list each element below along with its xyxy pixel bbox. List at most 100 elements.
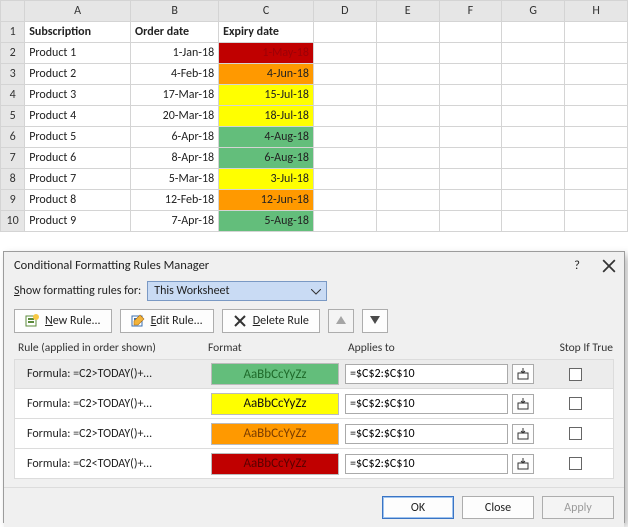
cell-G7[interactable] (502, 148, 565, 169)
applies-to-input[interactable] (345, 364, 508, 384)
cell-E5[interactable] (376, 106, 439, 127)
show-rules-dropdown[interactable]: This Worksheet (147, 281, 327, 301)
cell-H6[interactable] (565, 127, 628, 148)
cell-D7[interactable] (313, 148, 376, 169)
applies-to-input[interactable] (345, 454, 508, 474)
row-header[interactable]: 2 (1, 43, 25, 64)
cell-G1[interactable] (502, 22, 565, 43)
cell-F2[interactable] (439, 43, 502, 64)
cell-B5[interactable]: 20-Mar-18 (131, 106, 219, 127)
cell-F3[interactable] (439, 64, 502, 85)
cell-F7[interactable] (439, 148, 502, 169)
cell-G2[interactable] (502, 43, 565, 64)
row-header[interactable]: 10 (1, 211, 25, 232)
cell-E4[interactable] (376, 85, 439, 106)
row-header[interactable]: 7 (1, 148, 25, 169)
cell-C2[interactable]: 1-May-18 (219, 43, 314, 64)
row-header[interactable]: 6 (1, 127, 25, 148)
cell-G6[interactable] (502, 127, 565, 148)
cell-C9[interactable]: 12-Jun-18 (219, 190, 314, 211)
col-header-H[interactable]: H (565, 1, 628, 22)
cell-H9[interactable] (565, 190, 628, 211)
cell-B7[interactable]: 8-Apr-18 (131, 148, 219, 169)
rule-row[interactable]: Formula: =C2>TODAY()+…AaBbCcYyZz (14, 359, 614, 389)
cell-E9[interactable] (376, 190, 439, 211)
cell-A6[interactable]: Product 5 (25, 127, 131, 148)
cell-D5[interactable] (313, 106, 376, 127)
rule-row[interactable]: Formula: =C2>TODAY()+…AaBbCcYyZz (14, 389, 614, 419)
row-header[interactable]: 3 (1, 64, 25, 85)
cell-F6[interactable] (439, 127, 502, 148)
cell-B8[interactable]: 5-Mar-18 (131, 169, 219, 190)
row-header[interactable]: 5 (1, 106, 25, 127)
cell-B9[interactable]: 12-Feb-18 (131, 190, 219, 211)
cell-E7[interactable] (376, 148, 439, 169)
cell-A10[interactable]: Product 9 (25, 211, 131, 232)
cell-H2[interactable] (565, 43, 628, 64)
cell-B3[interactable]: 4-Feb-18 (131, 64, 219, 85)
cell-H4[interactable] (565, 85, 628, 106)
cell-G8[interactable] (502, 169, 565, 190)
range-selector-icon[interactable] (512, 394, 534, 414)
cell-A5[interactable]: Product 4 (25, 106, 131, 127)
col-header-D[interactable]: D (313, 1, 376, 22)
apply-button[interactable]: Apply (542, 496, 614, 519)
cell-A9[interactable]: Product 8 (25, 190, 131, 211)
applies-to-input[interactable] (345, 394, 508, 414)
stop-if-true-checkbox[interactable] (569, 368, 582, 381)
row-header[interactable]: 1 (1, 22, 25, 43)
cell-E3[interactable] (376, 64, 439, 85)
cell-G10[interactable] (502, 211, 565, 232)
cell-D3[interactable] (313, 64, 376, 85)
cell-A8[interactable]: Product 7 (25, 169, 131, 190)
col-header-B[interactable]: B (131, 1, 219, 22)
close-icon[interactable] (602, 259, 616, 273)
rule-row[interactable]: Formula: =C2<TODAY()+…AaBbCcYyZz (14, 449, 614, 479)
cell-B10[interactable]: 7-Apr-18 (131, 211, 219, 232)
cell-C3[interactable]: 4-Jun-18 (219, 64, 314, 85)
cell-F8[interactable] (439, 169, 502, 190)
cell-B2[interactable]: 1-Jan-18 (131, 43, 219, 64)
cell-E6[interactable] (376, 127, 439, 148)
cell-A4[interactable]: Product 3 (25, 85, 131, 106)
cell-C5[interactable]: 18-Jul-18 (219, 106, 314, 127)
cell-H7[interactable] (565, 148, 628, 169)
cell-G4[interactable] (502, 85, 565, 106)
range-selector-icon[interactable] (512, 454, 534, 474)
cell-B4[interactable]: 17-Mar-18 (131, 85, 219, 106)
move-down-button[interactable] (362, 309, 388, 333)
cell-F1[interactable] (439, 22, 502, 43)
cell-H5[interactable] (565, 106, 628, 127)
stop-if-true-checkbox[interactable] (569, 457, 582, 470)
cell-D6[interactable] (313, 127, 376, 148)
cell-H10[interactable] (565, 211, 628, 232)
cell-G3[interactable] (502, 64, 565, 85)
range-selector-icon[interactable] (512, 364, 534, 384)
close-button[interactable]: Close (462, 496, 534, 519)
range-selector-icon[interactable] (512, 424, 534, 444)
cell-H8[interactable] (565, 169, 628, 190)
cell-C7[interactable]: 6-Aug-18 (219, 148, 314, 169)
select-all-corner[interactable] (1, 1, 25, 22)
cell-D10[interactable] (313, 211, 376, 232)
cell-H3[interactable] (565, 64, 628, 85)
spreadsheet[interactable]: A B C D E F G H 1SubscriptionOrder dateE… (0, 0, 628, 232)
cell-C10[interactable]: 5-Aug-18 (219, 211, 314, 232)
cell-A3[interactable]: Product 2 (25, 64, 131, 85)
cell-E8[interactable] (376, 169, 439, 190)
row-header[interactable]: 4 (1, 85, 25, 106)
new-rule-button[interactable]: New Rule... (14, 309, 112, 333)
col-header-G[interactable]: G (502, 1, 565, 22)
applies-to-input[interactable] (345, 424, 508, 444)
col-header-A[interactable]: A (25, 1, 131, 22)
cell-B6[interactable]: 6-Apr-18 (131, 127, 219, 148)
cell-C8[interactable]: 3-Jul-18 (219, 169, 314, 190)
cell-A7[interactable]: Product 6 (25, 148, 131, 169)
help-icon[interactable]: ? (570, 259, 584, 273)
move-up-button[interactable] (328, 309, 354, 333)
row-header[interactable]: 8 (1, 169, 25, 190)
cell-D9[interactable] (313, 190, 376, 211)
stop-if-true-checkbox[interactable] (569, 427, 582, 440)
cell-D2[interactable] (313, 43, 376, 64)
cell-F4[interactable] (439, 85, 502, 106)
